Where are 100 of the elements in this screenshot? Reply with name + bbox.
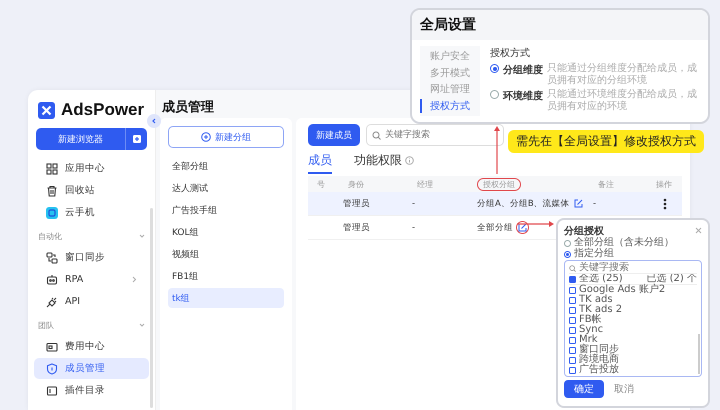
plug-icon bbox=[46, 296, 58, 308]
checkbox[interactable] bbox=[569, 336, 576, 344]
checkbox-label: TK ads bbox=[579, 295, 613, 305]
group-item[interactable]: 全部分组 bbox=[168, 156, 284, 176]
confirm-button[interactable]: 确定 bbox=[564, 380, 604, 398]
radio-label: 全部分组（含未分组） bbox=[574, 238, 674, 248]
grid-icon bbox=[46, 162, 58, 174]
shield-icon bbox=[46, 362, 58, 374]
radio-button[interactable] bbox=[490, 64, 499, 73]
windows-icon bbox=[46, 252, 58, 264]
search-icon bbox=[372, 131, 381, 140]
collapse-button[interactable] bbox=[147, 114, 161, 128]
checkbox[interactable] bbox=[569, 356, 576, 364]
sidebar-item[interactable]: 回收站 bbox=[34, 180, 149, 201]
column-header: 号 bbox=[316, 178, 326, 190]
import-button[interactable] bbox=[125, 128, 147, 150]
table-cell: 分组A、分组B、流媒体 bbox=[477, 198, 570, 210]
sidebar-item[interactable]: RPA bbox=[34, 269, 149, 290]
table-cell: 管理员 bbox=[343, 198, 370, 210]
page-title: 成员管理 bbox=[162, 100, 214, 115]
more-icon[interactable] bbox=[662, 198, 666, 210]
group-item[interactable]: 广告投手组 bbox=[168, 200, 284, 220]
section-label: 自动化 bbox=[38, 230, 62, 242]
callout: 需先在【全局设置】修改授权方式 bbox=[508, 130, 704, 153]
table-cell: 管理员 bbox=[343, 222, 370, 234]
table-row[interactable]: 管理员 - 分组A、分组B、流媒体 - bbox=[308, 192, 682, 216]
sidebar-item[interactable]: 窗口同步 bbox=[34, 247, 149, 268]
search-icon bbox=[569, 265, 576, 272]
cancel-button[interactable]: 取消 bbox=[614, 382, 634, 396]
phone-icon bbox=[46, 206, 58, 218]
checkbox[interactable] bbox=[569, 366, 576, 374]
checkbox-label: Mrk bbox=[579, 335, 598, 345]
add-icon bbox=[132, 134, 142, 144]
new-group-button[interactable]: 新建分组 bbox=[168, 126, 284, 148]
edit-button[interactable] bbox=[572, 198, 584, 209]
section-title: 授权方式 bbox=[490, 46, 531, 60]
checkbox[interactable] bbox=[569, 316, 576, 324]
table-cell: 全部分组 bbox=[477, 222, 513, 234]
sidebar-item[interactable]: 费用中心 bbox=[34, 336, 149, 357]
trash-icon bbox=[46, 184, 58, 196]
wallet-icon bbox=[46, 340, 58, 352]
checkbox-label: Google Ads 账户2 bbox=[579, 285, 666, 295]
scrollbar[interactable] bbox=[150, 208, 153, 408]
scrollbar[interactable] bbox=[698, 334, 700, 374]
radio-button[interactable] bbox=[564, 250, 571, 258]
option-description: 只能通过分组维度分配给成员，成员拥有对应的分组环境 bbox=[547, 63, 698, 86]
box-icon bbox=[46, 384, 58, 396]
column-header: 备注 bbox=[597, 178, 615, 190]
option-label: 环境维度 bbox=[503, 89, 543, 103]
table-cell: - bbox=[593, 198, 596, 208]
checkbox[interactable] bbox=[569, 276, 576, 282]
new-member-button[interactable]: 新建成员 bbox=[308, 124, 360, 146]
checkbox-label: TK ads 2 bbox=[579, 305, 622, 315]
new-browser-button[interactable]: 新建浏览器 bbox=[36, 128, 125, 150]
checkbox[interactable] bbox=[569, 296, 576, 304]
sidebar-item[interactable]: 成员管理 bbox=[34, 358, 149, 379]
column-header: 经理 bbox=[416, 178, 434, 190]
sidebar-item[interactable]: 插件目录 bbox=[34, 380, 149, 401]
column-header: 操作 bbox=[655, 178, 673, 190]
checkbox-label: 跨境电商 bbox=[579, 355, 619, 365]
sidebar-item[interactable]: 应用中心 bbox=[34, 158, 149, 179]
table-cell: - bbox=[412, 198, 416, 208]
checkbox-label: Sync bbox=[579, 325, 604, 335]
radio-button[interactable] bbox=[490, 90, 499, 99]
robot-icon bbox=[46, 274, 58, 286]
radio-button[interactable] bbox=[564, 240, 571, 246]
option-label: 分组维度 bbox=[503, 63, 543, 77]
logo-icon bbox=[38, 102, 55, 118]
tab[interactable]: 功能权限 bbox=[354, 152, 414, 174]
radio-label: 指定分组 bbox=[574, 249, 614, 259]
checkbox[interactable] bbox=[569, 286, 576, 294]
group-item[interactable]: 达人测试 bbox=[168, 178, 284, 198]
checkbox[interactable] bbox=[569, 306, 576, 314]
table-cell: - bbox=[412, 222, 416, 232]
leader-line bbox=[494, 126, 500, 174]
logo-text: AdsPower bbox=[61, 100, 144, 120]
column-header: 授权分组 bbox=[477, 178, 521, 190]
group-item[interactable]: FB1组 bbox=[168, 266, 284, 286]
checkbox-label: 广告投放 bbox=[579, 365, 619, 375]
dialog-title: 分组授权 bbox=[564, 224, 604, 236]
tab[interactable]: 成员 bbox=[308, 152, 332, 174]
checkbox-label: FB帐 bbox=[579, 315, 602, 325]
sidebar-item[interactable]: API bbox=[34, 291, 149, 312]
window-title: 全局设置 bbox=[412, 10, 708, 40]
checkbox[interactable] bbox=[569, 346, 576, 354]
option-description: 只能通过环境维度分配给成员，成员拥有对应的环境 bbox=[547, 89, 698, 112]
plus-icon bbox=[201, 132, 211, 142]
column-header: 身份 bbox=[347, 178, 365, 190]
search-field[interactable]: 关键字搜索 bbox=[366, 124, 504, 146]
checkbox-label: 窗口同步 bbox=[579, 345, 619, 355]
sidebar-item[interactable]: 云手机 bbox=[34, 202, 149, 223]
edit-button[interactable] bbox=[516, 221, 529, 234]
group-item[interactable]: tk组 bbox=[168, 288, 284, 308]
chevron-icon bbox=[151, 118, 157, 124]
group-item[interactable]: 视频组 bbox=[168, 244, 284, 264]
checkbox[interactable] bbox=[569, 326, 576, 334]
arrow bbox=[517, 221, 554, 227]
settings-nav-item[interactable]: 授权方式 bbox=[420, 98, 480, 113]
group-item[interactable]: KOL组 bbox=[168, 222, 284, 242]
section-label: 团队 bbox=[38, 320, 54, 330]
